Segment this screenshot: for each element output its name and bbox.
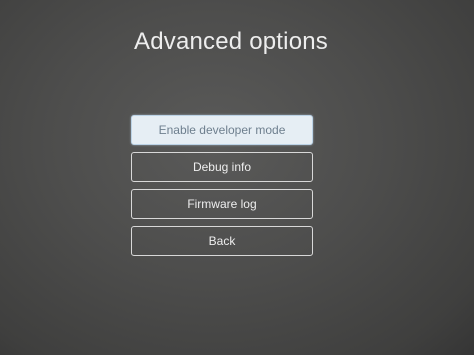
page-title: Advanced options [133,28,328,55]
debug-info-button[interactable]: Debug info [131,152,313,182]
advanced-options-screen: Advanced options Enable developer mode D… [0,0,474,355]
options-menu: Enable developer mode Debug info Firmwar… [131,115,313,263]
enable-developer-mode-button[interactable]: Enable developer mode [131,115,313,145]
firmware-log-button[interactable]: Firmware log [131,189,313,219]
back-button[interactable]: Back [131,226,313,256]
